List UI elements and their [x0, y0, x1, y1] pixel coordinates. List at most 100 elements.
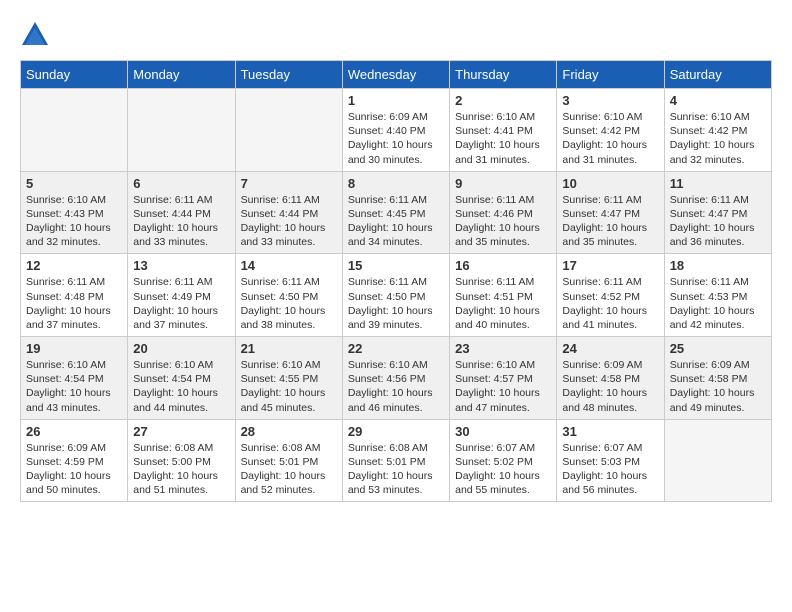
calendar-table: SundayMondayTuesdayWednesdayThursdayFrid… [20, 60, 772, 502]
day-number: 6 [133, 176, 229, 191]
day-number: 28 [241, 424, 337, 439]
day-number: 3 [562, 93, 658, 108]
calendar-cell: 6 Sunrise: 6:11 AMSunset: 4:44 PMDaylight… [128, 171, 235, 254]
calendar-cell: 23 Sunrise: 6:10 AMSunset: 4:57 PMDayligh… [450, 337, 557, 420]
calendar-cell: 4 Sunrise: 6:10 AMSunset: 4:42 PMDaylight… [664, 89, 771, 172]
day-info: Sunrise: 6:11 AMSunset: 4:50 PMDaylight:… [348, 275, 444, 332]
day-info: Sunrise: 6:11 AMSunset: 4:47 PMDaylight:… [670, 193, 766, 250]
day-number: 21 [241, 341, 337, 356]
day-number: 9 [455, 176, 551, 191]
calendar-cell: 17Sunrise: 6:11 AMSunset: 4:52 PMDayligh… [557, 254, 664, 337]
day-info: Sunrise: 6:11 AMSunset: 4:53 PMDaylight:… [670, 275, 766, 332]
day-info: Sunrise: 6:09 AMSunset: 4:59 PMDaylight:… [26, 441, 122, 498]
day-number: 25 [670, 341, 766, 356]
day-info: Sunrise: 6:10 AMSunset: 4:54 PMDaylight:… [133, 358, 229, 415]
day-info: Sunrise: 6:11 AMSunset: 4:47 PMDaylight:… [562, 193, 658, 250]
calendar-week-4: 19 Sunrise: 6:10 AMSunset: 4:54 PMDayligh… [21, 337, 772, 420]
day-info: Sunrise: 6:09 AMSunset: 4:58 PMDaylight:… [670, 358, 766, 415]
calendar-cell: 9Sunrise: 6:11 AMSunset: 4:46 PMDaylight… [450, 171, 557, 254]
day-number: 26 [26, 424, 122, 439]
day-number: 23 [455, 341, 551, 356]
day-number: 29 [348, 424, 444, 439]
day-number: 11 [670, 176, 766, 191]
day-info: Sunrise: 6:10 AMSunset: 4:55 PMDaylight:… [241, 358, 337, 415]
day-number: 27 [133, 424, 229, 439]
calendar-week-5: 26 Sunrise: 6:09 AMSunset: 4:59 PMDayligh… [21, 419, 772, 502]
day-info: Sunrise: 6:08 AMSunset: 5:00 PMDaylight:… [133, 441, 229, 498]
calendar-week-3: 12Sunrise: 6:11 AMSunset: 4:48 PMDayligh… [21, 254, 772, 337]
day-number: 8 [348, 176, 444, 191]
calendar-cell [128, 89, 235, 172]
calendar-cell: 8Sunrise: 6:11 AMSunset: 4:45 PMDaylight… [342, 171, 449, 254]
calendar-cell: 10 Sunrise: 6:11 AMSunset: 4:47 PMDayligh… [557, 171, 664, 254]
calendar-week-1: 1 Sunrise: 6:09 AMSunset: 4:40 PMDaylight… [21, 89, 772, 172]
day-info: Sunrise: 6:11 AMSunset: 4:44 PMDaylight:… [241, 193, 337, 250]
day-info: Sunrise: 6:08 AMSunset: 5:01 PMDaylight:… [348, 441, 444, 498]
calendar-cell: 28 Sunrise: 6:08 AMSunset: 5:01 PMDayligh… [235, 419, 342, 502]
calendar-header-tuesday: Tuesday [235, 61, 342, 89]
day-number: 24 [562, 341, 658, 356]
day-info: Sunrise: 6:11 AMSunset: 4:48 PMDaylight:… [26, 275, 122, 332]
calendar-cell: 19 Sunrise: 6:10 AMSunset: 4:54 PMDayligh… [21, 337, 128, 420]
day-number: 31 [562, 424, 658, 439]
calendar-cell: 16 Sunrise: 6:11 AMSunset: 4:51 PMDayligh… [450, 254, 557, 337]
day-number: 19 [26, 341, 122, 356]
calendar-cell [21, 89, 128, 172]
calendar-cell: 30Sunrise: 6:07 AMSunset: 5:02 PMDayligh… [450, 419, 557, 502]
day-number: 10 [562, 176, 658, 191]
calendar-cell [235, 89, 342, 172]
calendar-cell: 27 Sunrise: 6:08 AMSunset: 5:00 PMDayligh… [128, 419, 235, 502]
logo-icon [20, 20, 50, 50]
day-number: 2 [455, 93, 551, 108]
calendar-header-friday: Friday [557, 61, 664, 89]
day-info: Sunrise: 6:10 AMSunset: 4:42 PMDaylight:… [670, 110, 766, 167]
calendar-header-monday: Monday [128, 61, 235, 89]
day-info: Sunrise: 6:11 AMSunset: 4:51 PMDaylight:… [455, 275, 551, 332]
calendar-cell: 1 Sunrise: 6:09 AMSunset: 4:40 PMDaylight… [342, 89, 449, 172]
day-number: 16 [455, 258, 551, 273]
day-number: 18 [670, 258, 766, 273]
calendar-cell: 7 Sunrise: 6:11 AMSunset: 4:44 PMDaylight… [235, 171, 342, 254]
day-number: 5 [26, 176, 122, 191]
day-number: 4 [670, 93, 766, 108]
calendar-cell: 25 Sunrise: 6:09 AMSunset: 4:58 PMDayligh… [664, 337, 771, 420]
calendar-cell: 3 Sunrise: 6:10 AMSunset: 4:42 PMDaylight… [557, 89, 664, 172]
day-info: Sunrise: 6:07 AMSunset: 5:03 PMDaylight:… [562, 441, 658, 498]
calendar-cell [664, 419, 771, 502]
page-header [20, 20, 772, 50]
day-info: Sunrise: 6:08 AMSunset: 5:01 PMDaylight:… [241, 441, 337, 498]
calendar-header-wednesday: Wednesday [342, 61, 449, 89]
calendar-cell: 15 Sunrise: 6:11 AMSunset: 4:50 PMDayligh… [342, 254, 449, 337]
calendar-cell: 31 Sunrise: 6:07 AMSunset: 5:03 PMDayligh… [557, 419, 664, 502]
calendar-cell: 29 Sunrise: 6:08 AMSunset: 5:01 PMDayligh… [342, 419, 449, 502]
day-info: Sunrise: 6:10 AMSunset: 4:57 PMDaylight:… [455, 358, 551, 415]
calendar-header-thursday: Thursday [450, 61, 557, 89]
calendar-cell: 26 Sunrise: 6:09 AMSunset: 4:59 PMDayligh… [21, 419, 128, 502]
day-number: 1 [348, 93, 444, 108]
logo [20, 20, 54, 50]
day-info: Sunrise: 6:10 AMSunset: 4:43 PMDaylight:… [26, 193, 122, 250]
day-number: 22 [348, 341, 444, 356]
day-info: Sunrise: 6:11 AMSunset: 4:44 PMDaylight:… [133, 193, 229, 250]
day-number: 13 [133, 258, 229, 273]
day-info: Sunrise: 6:10 AMSunset: 4:42 PMDaylight:… [562, 110, 658, 167]
calendar-cell: 24Sunrise: 6:09 AMSunset: 4:58 PMDayligh… [557, 337, 664, 420]
day-info: Sunrise: 6:07 AMSunset: 5:02 PMDaylight:… [455, 441, 551, 498]
day-number: 14 [241, 258, 337, 273]
calendar-cell: 2Sunrise: 6:10 AMSunset: 4:41 PMDaylight… [450, 89, 557, 172]
day-info: Sunrise: 6:11 AMSunset: 4:50 PMDaylight:… [241, 275, 337, 332]
day-number: 15 [348, 258, 444, 273]
calendar-cell: 20 Sunrise: 6:10 AMSunset: 4:54 PMDayligh… [128, 337, 235, 420]
calendar-cell: 14 Sunrise: 6:11 AMSunset: 4:50 PMDayligh… [235, 254, 342, 337]
calendar-header-saturday: Saturday [664, 61, 771, 89]
day-info: Sunrise: 6:11 AMSunset: 4:49 PMDaylight:… [133, 275, 229, 332]
day-info: Sunrise: 6:09 AMSunset: 4:40 PMDaylight:… [348, 110, 444, 167]
calendar-cell: 22Sunrise: 6:10 AMSunset: 4:56 PMDayligh… [342, 337, 449, 420]
day-info: Sunrise: 6:10 AMSunset: 4:54 PMDaylight:… [26, 358, 122, 415]
day-number: 20 [133, 341, 229, 356]
calendar-cell: 13 Sunrise: 6:11 AMSunset: 4:49 PMDayligh… [128, 254, 235, 337]
calendar-cell: 12Sunrise: 6:11 AMSunset: 4:48 PMDayligh… [21, 254, 128, 337]
calendar-header-sunday: Sunday [21, 61, 128, 89]
day-number: 7 [241, 176, 337, 191]
calendar-week-2: 5 Sunrise: 6:10 AMSunset: 4:43 PMDaylight… [21, 171, 772, 254]
